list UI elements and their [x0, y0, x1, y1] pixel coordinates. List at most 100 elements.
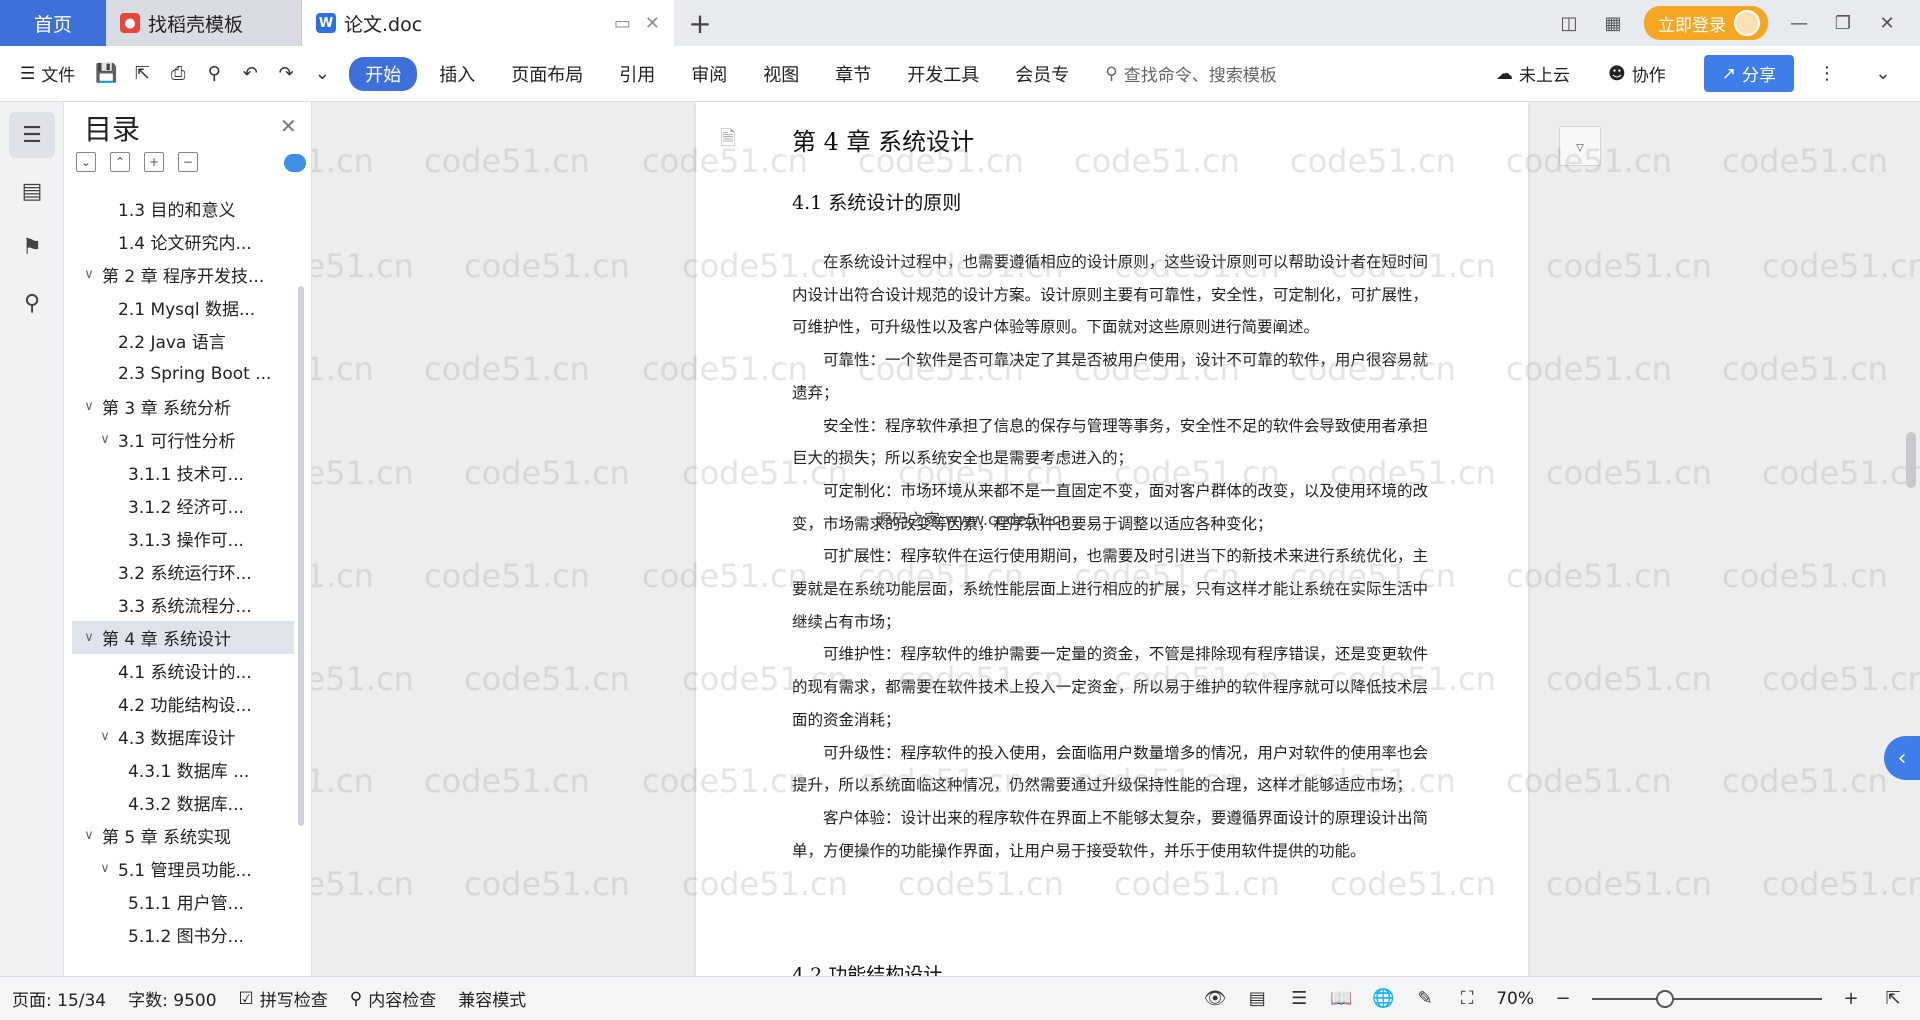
fit-page-icon[interactable]: ⛶ [1454, 986, 1480, 1012]
chevron-down-icon[interactable]: ∨ [80, 630, 98, 645]
chevron-down-icon[interactable]: ∨ [96, 729, 114, 744]
word-count[interactable]: 字数: 9500 [128, 986, 216, 1011]
ribbon-tab-references[interactable]: 引用 [619, 57, 655, 91]
toc-item[interactable]: 5.1.2 图书分... [72, 918, 294, 951]
toc-item[interactable]: ∨ 第 2 章 程序开发技... [72, 258, 294, 291]
collapse-all-icon[interactable]: ⌄ [76, 152, 96, 172]
body-paragraph[interactable]: 可升级性：程序软件的投入使用，会面临用户数量增多的情况，用户对软件的使用率也会提… [792, 737, 1428, 802]
page-count[interactable]: 页面: 15/34 [12, 986, 106, 1011]
collaborate-button[interactable]: ☻ 协作 [1608, 61, 1666, 87]
restore-icon[interactable]: ❐ [1830, 13, 1856, 34]
print-icon[interactable]: ⎙ [165, 61, 191, 87]
ribbon-tab-member[interactable]: 会员专 [1015, 57, 1069, 91]
expand-up-icon[interactable]: ⌃ [110, 152, 130, 172]
close-tab-icon[interactable]: ✕ [645, 13, 660, 34]
close-window-icon[interactable]: ✕ [1874, 13, 1900, 34]
print-preview-icon[interactable]: ⚲ [201, 61, 227, 87]
toc-item[interactable]: 4.1 系统设计的... [72, 654, 294, 687]
section-heading[interactable]: 4.1 系统设计的原则 [792, 188, 961, 215]
export-icon[interactable]: ⇱ [129, 61, 155, 87]
ribbon-tab-review[interactable]: 审阅 [691, 57, 727, 91]
remove-heading-icon[interactable]: − [178, 152, 198, 172]
zoom-out-icon[interactable]: − [1550, 986, 1576, 1012]
ribbon-tab-dev-tools[interactable]: 开发工具 [907, 57, 979, 91]
toc-item[interactable]: 2.1 Mysql 数据... [72, 291, 294, 324]
toc-panel-icon[interactable]: ☰ [9, 112, 55, 158]
toc-item[interactable]: ∨ 第 5 章 系统实现 [72, 819, 294, 852]
body-paragraph[interactable]: 可靠性：一个软件是否可靠决定了其是否被用户使用，设计不可靠的软件，用户很容易就遗… [792, 344, 1428, 409]
ribbon-tab-start[interactable]: 开始 [349, 56, 418, 91]
more-quick-icon[interactable]: ⌄ [309, 61, 335, 87]
toc-item[interactable]: ∨ 3.1 可行性分析 [72, 423, 294, 456]
scroll-thumb[interactable] [1906, 432, 1916, 488]
toc-item[interactable]: 4.3.1 数据库 ... [72, 753, 294, 786]
login-button[interactable]: 立即登录 [1644, 6, 1768, 40]
document-page[interactable]: 🗎 第 4 章 系统设计 4.1 系统设计的原则 在系统设计过程中，也需要遵循相… [696, 102, 1528, 976]
tab-home[interactable]: 首页 [0, 0, 106, 46]
ribbon-tab-layout[interactable]: 页面布局 [511, 57, 583, 91]
body-paragraph[interactable]: 安全性：程序软件承担了信息的保存与管理等事务，安全性不足的软件会导致使用者承担巨… [792, 410, 1428, 475]
save-icon[interactable]: 💾 [93, 61, 119, 87]
toc-item[interactable]: 1.3 目的和意义 [72, 192, 294, 225]
ribbon-tab-insert[interactable]: 插入 [439, 57, 475, 91]
collapse-ribbon-icon[interactable]: ⌄ [1870, 61, 1896, 87]
chevron-down-icon[interactable]: ∨ [80, 267, 98, 282]
cloud-status-button[interactable]: ☁ 未上云 [1496, 61, 1570, 87]
chapter-nav-icon[interactable]: ▤ [9, 168, 55, 214]
apps-grid-icon[interactable]: ▦ [1600, 13, 1626, 34]
chapter-heading[interactable]: 第 4 章 系统设计 [792, 122, 974, 157]
screen-icon[interactable]: ▭ [614, 13, 631, 34]
reading-mode-icon[interactable]: ◫ [1556, 13, 1582, 34]
fullscreen-icon[interactable]: ⇱ [1880, 986, 1906, 1012]
toc-item[interactable]: 3.1.1 技术可... [72, 456, 294, 489]
toc-item[interactable]: 2.3 Spring Boot ... [72, 357, 294, 390]
chevron-down-icon[interactable]: ∨ [80, 399, 98, 414]
toc-item[interactable]: 2.2 Java 语言 [72, 324, 294, 357]
find-icon[interactable]: ⚲ [9, 280, 55, 326]
body-paragraph[interactable]: 在系统设计过程中，也需要遵循相应的设计原则，这些设计原则可以帮助设计者在短时间内… [792, 246, 1428, 344]
toc-item[interactable]: 3.1.2 经济可... [72, 489, 294, 522]
zoom-in-icon[interactable]: + [1838, 986, 1864, 1012]
outline-view-icon[interactable]: ☰ [1286, 986, 1312, 1012]
bookmark-icon[interactable]: ⚑ [9, 224, 55, 270]
content-check-button[interactable]: ⚲ 内容检查 [350, 986, 436, 1012]
zoom-slider-knob[interactable] [1656, 989, 1674, 1008]
toc-item[interactable]: 4.2 功能结构设... [72, 687, 294, 720]
page-view-icon[interactable]: ▤ [1244, 986, 1270, 1012]
undo-icon[interactable]: ↶ [237, 61, 263, 87]
toc-item[interactable]: 1.4 论文研究内... [72, 225, 294, 258]
web-view-icon[interactable]: 🌐 [1370, 986, 1396, 1012]
zoom-slider[interactable] [1592, 989, 1822, 1008]
toc-item[interactable]: 3.2 系统运行环... [72, 555, 294, 588]
toc-item[interactable]: 4.3.2 数据库... [72, 786, 294, 819]
body-paragraph[interactable]: 可扩展性：程序软件在运行使用期间，也需要及时引进当下的新技术来进行系统优化，主要… [792, 540, 1428, 638]
ribbon-tab-view[interactable]: 视图 [763, 57, 799, 91]
toc-toggle-icon[interactable] [284, 154, 306, 172]
tab-daoke-templates[interactable]: ● 找稻壳模板 [106, 0, 302, 46]
body-paragraph[interactable]: 客户体验：设计出来的程序软件在界面上不能够太复杂，要遵循界面设计的原理设计出简单… [792, 802, 1428, 867]
spell-check-button[interactable]: ☑ 拼写检查 [239, 986, 328, 1012]
page-menu-icon[interactable]: 🗎 [720, 124, 736, 158]
toc-item[interactable]: 3.3 系统流程分... [72, 588, 294, 621]
filter-icon[interactable]: ▿ [1559, 126, 1601, 166]
pen-icon[interactable]: ✎ [1412, 986, 1438, 1012]
ribbon-tab-chapter[interactable]: 章节 [835, 57, 871, 91]
toc-item[interactable]: 5.1.1 用户管... [72, 885, 294, 918]
toc-item[interactable]: 3.1.3 操作可... [72, 522, 294, 555]
toc-item[interactable]: ∨ 第 3 章 系统分析 [72, 390, 294, 423]
document-body[interactable]: 在系统设计过程中，也需要遵循相应的设计原则，这些设计原则可以帮助设计者在短时间内… [792, 246, 1428, 867]
more-options-icon[interactable]: ⋮ [1814, 61, 1840, 87]
command-search[interactable]: ⚲ 查找命令、搜索模板 [1105, 61, 1405, 87]
chevron-down-icon[interactable]: ∨ [96, 861, 114, 876]
tab-document[interactable]: W 论文.doc ▭ ✕ [302, 0, 674, 46]
toc-item[interactable]: ∨ 5.1 管理员功能... [72, 852, 294, 885]
minimize-icon[interactable]: — [1786, 13, 1812, 34]
file-menu-button[interactable]: ☰ 文件 [20, 61, 75, 87]
add-heading-icon[interactable]: + [144, 152, 164, 172]
new-tab-button[interactable]: + [674, 0, 726, 46]
chevron-down-icon[interactable]: ∨ [80, 828, 98, 843]
zoom-level[interactable]: 70% [1496, 989, 1534, 1009]
next-section-heading[interactable]: 4.2 功能结构设计 [792, 960, 942, 976]
reading-view-icon[interactable]: 📖 [1328, 986, 1354, 1012]
toc-item[interactable]: ∨ 4.3 数据库设计 [72, 720, 294, 753]
